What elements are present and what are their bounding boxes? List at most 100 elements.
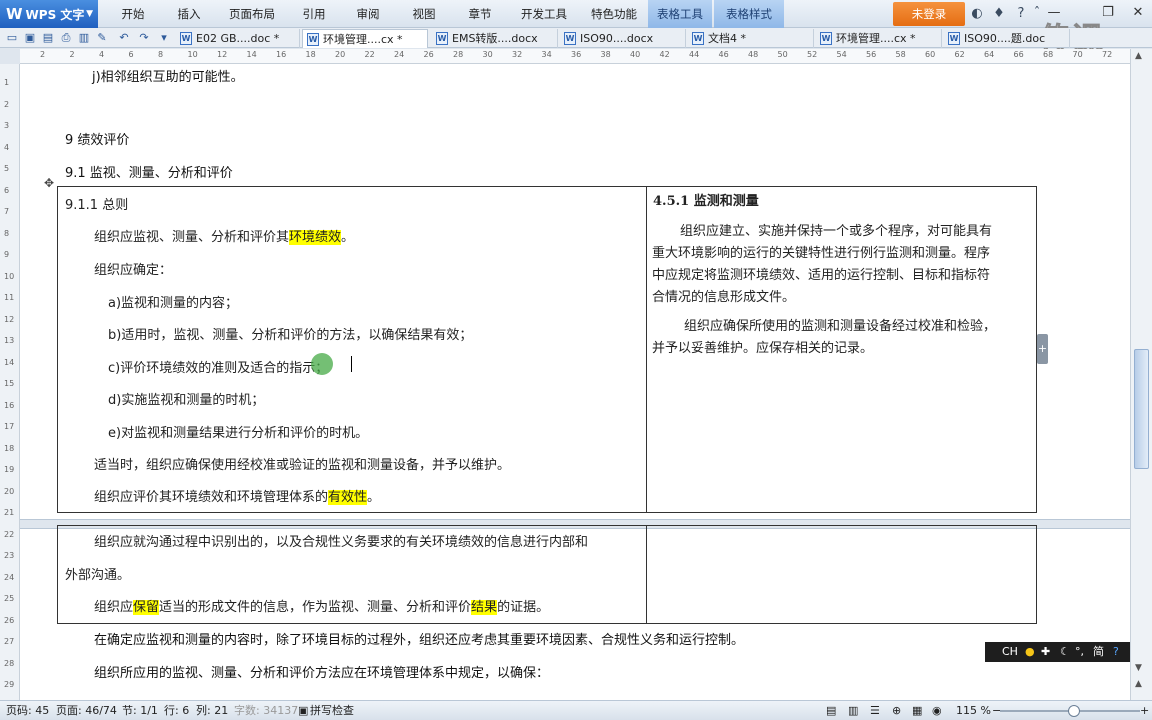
view-page-icon[interactable]: ▤	[826, 701, 836, 720]
ruler-tick-label: 9	[4, 250, 10, 259]
menu-page-layout[interactable]: 页面布局	[222, 0, 282, 28]
print-icon[interactable]: ⎙	[58, 30, 74, 46]
vertical-ruler[interactable]: 1 2 3 4 5 6 7 8 9 10 11 12 13 14 15 16 17 18 19 20 21 22 23 24 2…	[0, 64, 20, 700]
menu-review[interactable]: 审阅	[348, 0, 388, 28]
ime-language[interactable]: CH	[1002, 642, 1018, 662]
add-column-handle-icon[interactable]: +	[1037, 334, 1048, 364]
document-page[interactable]: j)相邻组织互助的可能性。 9 绩效评价 9.1 监视、测量、分析和评价 ✥ 9…	[20, 64, 1130, 700]
scroll-up-icon[interactable]: ▲	[1135, 51, 1142, 61]
ime-toolbar[interactable]: CH ● ✚ ☾ °, 简 ?	[985, 642, 1130, 662]
ruler-tick-label: 8	[158, 50, 164, 59]
ruler-tick-label: 50	[777, 50, 788, 59]
scrollbar-thumb[interactable]	[1134, 349, 1149, 469]
ruler-tick-label: 14	[246, 50, 257, 59]
doc-icon: W	[436, 32, 448, 45]
status-zoom[interactable]: 115 %	[956, 701, 991, 720]
undo-icon[interactable]: ↶	[116, 30, 132, 46]
status-page[interactable]: 页面: 46/74	[56, 701, 117, 720]
view-eye-icon[interactable]: ◉	[932, 701, 942, 720]
ruler-tick-label: 18	[4, 443, 15, 453]
doc-tab-5[interactable]: W 文档4 *	[688, 29, 814, 48]
menu-table-style[interactable]: 表格样式	[714, 0, 784, 28]
menu-insert[interactable]: 插入	[168, 0, 210, 28]
view-reading-icon[interactable]: ▥	[848, 701, 858, 720]
ruler-tick-label: 54	[836, 50, 847, 59]
ime-help-icon[interactable]: ?	[1113, 642, 1119, 662]
ruler-tick-label: 19	[4, 465, 15, 474]
ruler-tick-label: 5	[4, 164, 10, 173]
old-clause-line-4: 合情况的信息形成文件。	[652, 290, 796, 305]
status-page-code[interactable]: 页码: 45	[6, 701, 49, 720]
ime-mode[interactable]: 简	[1093, 642, 1104, 662]
skin-icon[interactable]: ◐	[968, 5, 986, 23]
table-move-handle-icon[interactable]: ✥	[44, 176, 54, 190]
menu-references[interactable]: 引用	[294, 0, 334, 28]
lower-line-3: 组织应保留适当的形成文件的信息，作为监视、测量、分析和评价结果的证据。	[94, 600, 550, 615]
clause-paragraph-1: 组织应监视、测量、分析和评价其环境绩效。	[94, 230, 355, 245]
doc-icon: W	[180, 32, 192, 45]
status-col: 列: 21	[196, 704, 229, 717]
menu-chapter[interactable]: 章节	[460, 0, 500, 28]
menu-home[interactable]: 开始	[112, 0, 154, 28]
horizontal-ruler[interactable]: 2 2 4 6 8 10 12 14 16 18 20 22 24 26 28 30 32 34 36 38 40 42 4…	[20, 49, 1130, 64]
zoom-in-icon[interactable]: +	[1140, 701, 1149, 720]
doc-tab-3[interactable]: W EMS转版....docx	[432, 29, 558, 48]
view-outline-icon[interactable]: ☰	[870, 701, 880, 720]
view-web-icon[interactable]: ⊕	[892, 701, 901, 720]
login-button[interactable]: 未登录	[893, 2, 965, 26]
ruler-tick-label: 1	[4, 78, 10, 87]
vertical-scrollbar[interactable]: ▲ ▼ ▲	[1130, 49, 1152, 700]
print-preview-icon[interactable]: ▤	[40, 30, 56, 46]
menu-view[interactable]: 视图	[404, 0, 444, 28]
ruler-tick-label: 72	[1102, 50, 1113, 59]
view-full-icon[interactable]: ▦	[912, 701, 922, 720]
menu-developer[interactable]: 开发工具	[514, 0, 574, 28]
old-clause-line-6: 并予以妥善维护。应保存相关的记录。	[652, 341, 874, 356]
ruler-tick-label: 18	[305, 50, 316, 59]
menu-table-tools[interactable]: 表格工具	[648, 0, 712, 28]
ime-moon-icon[interactable]: ☾	[1060, 642, 1070, 662]
save-icon[interactable]: ▣	[22, 30, 38, 46]
export-icon[interactable]: ▥	[76, 30, 92, 46]
ruler-tick-label: 11	[4, 293, 15, 302]
doc-tab-7[interactable]: W ISO90....题.doc	[944, 29, 1070, 48]
prev-page-icon[interactable]: ▲	[1135, 679, 1142, 689]
status-spellcheck[interactable]: 拼写检查	[310, 701, 354, 720]
redo-icon[interactable]: ↷	[136, 30, 152, 46]
spellcheck-icon[interactable]: ▣	[298, 701, 308, 720]
table-cell-right[interactable]	[646, 525, 1037, 624]
ruler-tick-label: 26	[4, 615, 15, 625]
status-word-count[interactable]: 字数: 34137	[234, 701, 298, 720]
ruler-tick-label: 2	[40, 50, 46, 59]
ruler-tick-label: 6	[128, 50, 134, 59]
menu-features[interactable]: 特色功能	[584, 0, 644, 28]
ruler-tick-label: 25	[4, 594, 15, 603]
doc-tab-2[interactable]: W 环境管理....cx *	[302, 29, 428, 48]
ruler-tick-label: 58	[895, 50, 906, 59]
doc-tab-1[interactable]: W E02 GB....doc *	[176, 29, 300, 48]
ruler-tick-label: 46	[718, 50, 729, 59]
ruler-tick-label: 38	[600, 50, 611, 59]
mouse-cursor-indicator	[311, 353, 333, 375]
scroll-down-icon[interactable]: ▼	[1135, 663, 1142, 673]
doc-tab-6[interactable]: W 环境管理....cx *	[816, 29, 942, 48]
ime-user-icon[interactable]: ●	[1025, 642, 1035, 662]
doc-tab-4[interactable]: W ISO90....docx	[560, 29, 686, 48]
paragraph-fragment: j)相邻组织互助的可能性。	[92, 70, 244, 85]
shirt-icon[interactable]: ♦	[990, 5, 1008, 23]
ruler-tick-label: 13	[4, 336, 15, 345]
app-menu-button[interactable]: W WPS 文字 ▼	[0, 0, 98, 28]
ruler-tick-label: 44	[689, 50, 700, 59]
ime-punctuation-icon[interactable]: °,	[1075, 642, 1084, 662]
ruler-tick-label: 64	[984, 50, 995, 59]
ruler-tick-label: 56	[866, 50, 877, 59]
list-item-e: e)对监视和测量结果进行分析和评价的时机。	[108, 426, 369, 441]
format-brush-icon[interactable]: ✎	[94, 30, 110, 46]
more-icon[interactable]: ▾	[156, 30, 172, 46]
open-icon[interactable]: ▭	[4, 30, 20, 46]
close-icon[interactable]: ✕	[1124, 2, 1152, 24]
ime-settings-icon[interactable]: ✚	[1041, 642, 1050, 662]
zoom-slider-knob[interactable]	[1068, 705, 1080, 717]
text-caret	[351, 356, 352, 372]
paragraph-after-1: 在确定应监视和测量的内容时，除了环境目标的过程外，组织还应考虑其重要环境因素、合…	[94, 633, 745, 648]
